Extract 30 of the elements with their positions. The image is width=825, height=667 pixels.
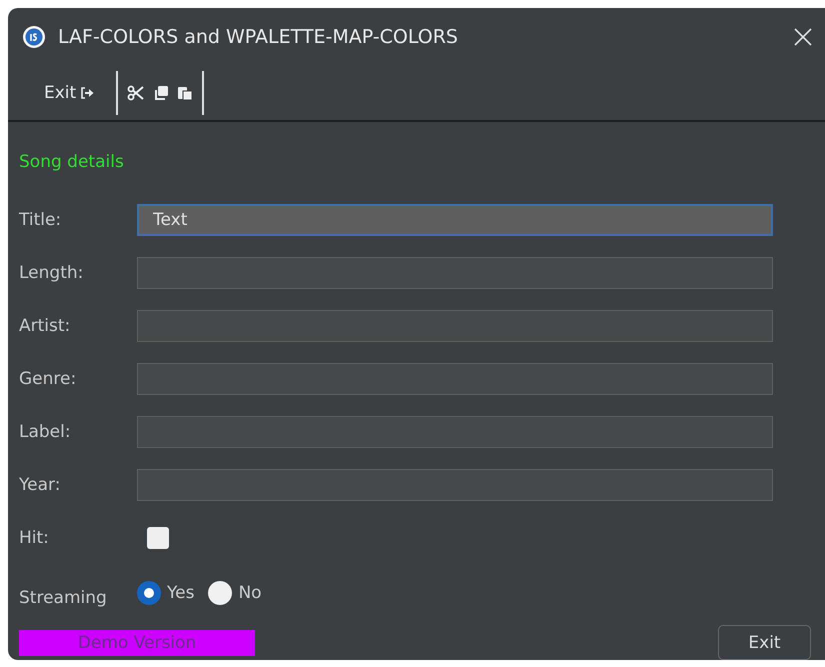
field-label: Genre: <box>19 369 78 389</box>
field-label: Length: <box>19 263 84 283</box>
exit-button[interactable]: Exit <box>718 625 811 660</box>
paste-icon[interactable] <box>177 85 194 101</box>
scissors-icon[interactable] <box>127 85 146 101</box>
field-label: Streaming <box>19 588 108 608</box>
demo-version-badge: Demo Version <box>19 630 255 656</box>
field-label: Hit: <box>19 528 50 548</box>
checkbox[interactable] <box>147 527 169 549</box>
input-field[interactable] <box>137 469 773 501</box>
input-field[interactable] <box>137 363 773 395</box>
input-field[interactable]: Text <box>137 204 773 236</box>
close-icon[interactable] <box>793 27 813 47</box>
app-logo-icon <box>22 25 46 49</box>
radio-button[interactable] <box>208 581 232 605</box>
exit-icon <box>80 87 94 99</box>
field-label: Label: <box>19 422 72 442</box>
field-label: Artist: <box>19 316 72 336</box>
copy-icon[interactable] <box>153 85 170 101</box>
input-field[interactable] <box>137 257 773 289</box>
radio-label[interactable]: Yes <box>167 583 194 603</box>
radio-label[interactable]: No <box>238 583 262 603</box>
exit-button[interactable]: Exit <box>38 83 100 103</box>
field-label: Title: <box>19 210 62 230</box>
window-title: LAF-COLORS and WPALETTE-MAP-COLORS <box>58 26 459 48</box>
field-label: Year: <box>19 475 62 495</box>
input-field[interactable] <box>137 416 773 448</box>
input-field[interactable] <box>137 310 773 342</box>
radio-button[interactable] <box>137 581 161 605</box>
section-title: Song details <box>19 152 125 174</box>
